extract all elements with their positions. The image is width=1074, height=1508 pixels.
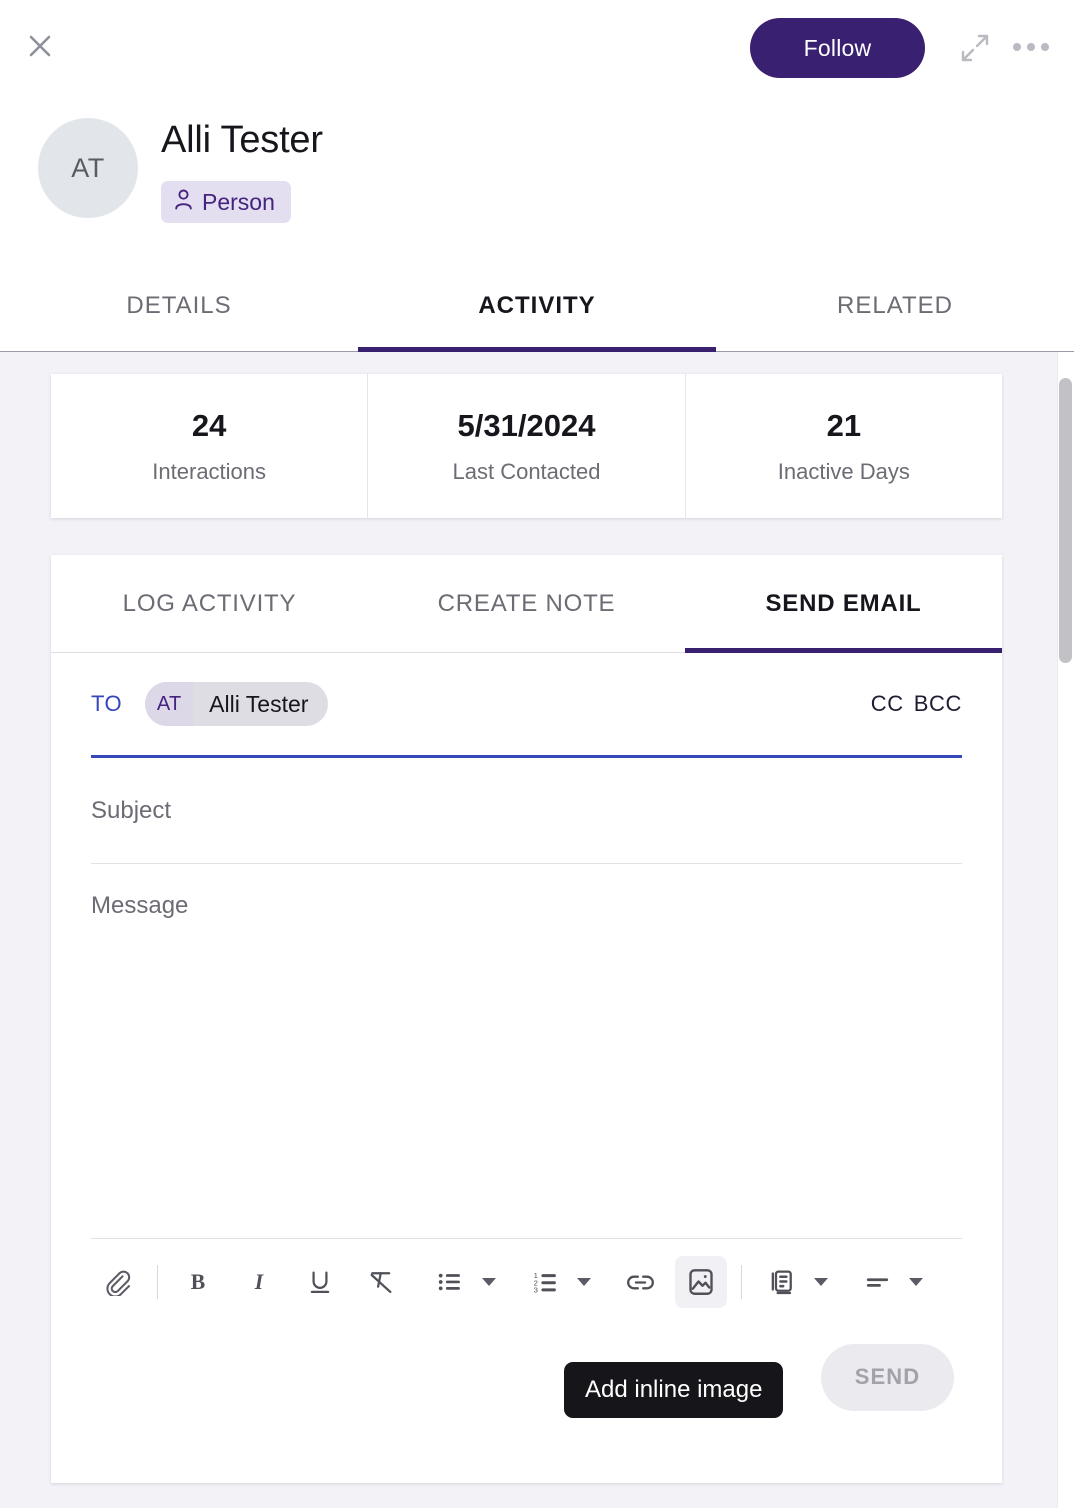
underline-icon[interactable] [294,1256,346,1308]
stats-card: 24 Interactions 5/31/2024 Last Contacted… [51,374,1002,518]
to-label: TO [91,691,123,716]
template-chevron-down-icon[interactable] [808,1256,834,1308]
message-input[interactable] [91,891,962,1221]
cc-button[interactable]: CC [871,691,904,717]
more-horizontal-icon[interactable] [1010,32,1052,62]
stat-interactions: 24 Interactions [51,374,369,518]
tab-send-email[interactable]: SEND EMAIL [685,555,1002,653]
italic-icon[interactable]: I [233,1256,285,1308]
more-dot [1013,43,1021,51]
stat-label: Last Contacted [452,458,601,484]
status-badge[interactable]: Person [161,181,291,223]
stat-label: Inactive Days [777,458,910,484]
composer-tabs: LOG ACTIVITY CREATE NOTE SEND EMAIL [51,555,1002,653]
stat-label: Interactions [152,458,267,484]
bold-icon[interactable]: B [172,1256,224,1308]
clear-formatting-icon[interactable] [355,1256,407,1308]
inline-image-icon[interactable] [675,1256,727,1308]
status-badge-label: Person [202,189,275,215]
numbered-list-icon[interactable]: 1 2 3 [519,1256,571,1308]
tab-log-activity[interactable]: LOG ACTIVITY [51,555,368,652]
bulleted-list-chevron-down-icon[interactable] [476,1256,502,1308]
svg-text:3: 3 [533,1285,537,1294]
avatar: AT [38,118,138,218]
template-icon[interactable] [756,1256,808,1308]
stat-last-contacted: 5/31/2024 Last Contacted [368,374,686,518]
stat-inactive-days: 21 Inactive Days [686,374,1002,518]
record-header: Follow AT Alli Tester Person DETAILS ACT… [0,0,1074,352]
close-icon[interactable] [22,28,58,64]
tab-details[interactable]: DETAILS [0,268,358,351]
scrollbar-thumb[interactable] [1059,378,1072,663]
align-chevron-down-icon[interactable] [903,1256,929,1308]
toolbar-divider [741,1265,742,1299]
record-tabs: DETAILS ACTIVITY RELATED [0,268,1074,352]
chip-avatar: AT [145,682,194,726]
link-icon[interactable] [614,1256,666,1308]
chip-name: Alli Tester [209,690,309,717]
send-row: SEND [91,1325,962,1429]
identity-text: Alli Tester Person [161,118,323,223]
more-dot [1027,43,1035,51]
svg-text:I: I [254,1270,265,1294]
message-field-row [91,864,962,1239]
activity-panel: 24 Interactions 5/31/2024 Last Contacted… [0,352,1074,1508]
record-identity: AT Alli Tester Person [38,118,323,223]
subject-field-row [91,758,962,864]
tab-create-note[interactable]: CREATE NOTE [368,555,685,652]
attach-icon[interactable] [91,1256,143,1308]
person-icon [174,189,193,215]
tab-related[interactable]: RELATED [716,268,1074,351]
rich-text-toolbar: B I 1 2 3 [91,1239,962,1325]
page-title: Alli Tester [161,119,323,161]
header-action-bar: Follow [0,0,1074,96]
subject-input[interactable] [91,796,962,825]
toolbar-divider [157,1265,158,1299]
bulleted-list-icon[interactable] [424,1256,476,1308]
align-icon[interactable] [851,1256,903,1308]
numbered-list-chevron-down-icon[interactable] [571,1256,597,1308]
send-button[interactable]: SEND [821,1343,954,1411]
stat-value: 24 [191,407,227,443]
stat-value: 5/31/2024 [457,407,596,443]
stat-value: 21 [826,407,862,443]
composer-card: LOG ACTIVITY CREATE NOTE SEND EMAIL TO A… [51,555,1002,1483]
email-form: TO AT Alli Tester CC BCC Subject Message… [51,653,1002,1429]
to-field-row[interactable]: TO AT Alli Tester CC BCC [91,653,962,758]
tab-activity[interactable]: ACTIVITY [358,268,716,352]
svg-text:B: B [191,1270,205,1294]
more-dot [1041,43,1049,51]
expand-arrows-icon[interactable] [957,30,993,66]
vertical-scrollbar[interactable] [1057,352,1074,1508]
follow-button[interactable]: Follow [750,18,925,78]
bcc-button[interactable]: BCC [914,691,962,717]
recipient-chip[interactable]: AT Alli Tester [145,682,329,726]
cc-bcc-group: CC BCC [871,691,962,717]
